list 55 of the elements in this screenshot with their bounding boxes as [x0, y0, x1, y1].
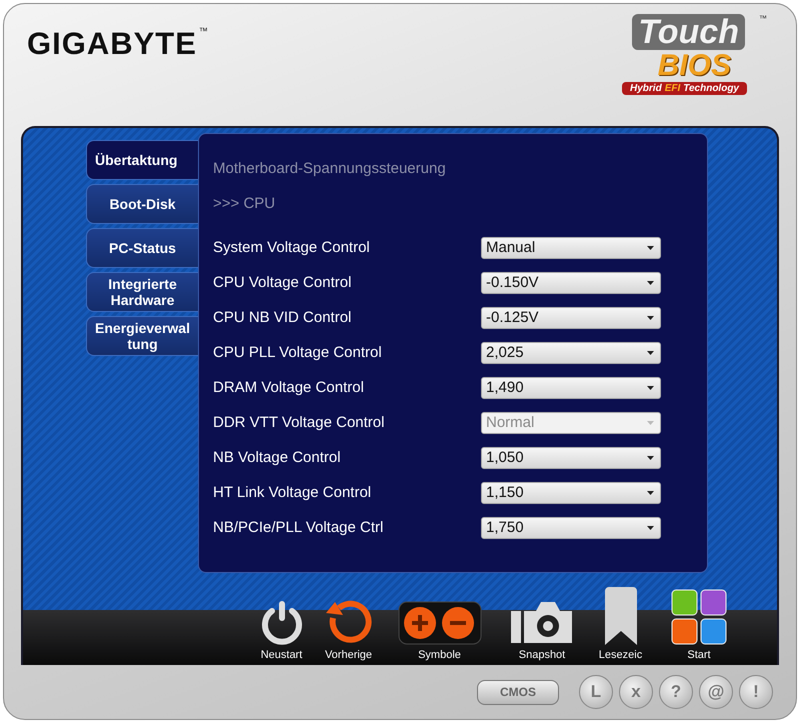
circular-arrow-icon [324, 599, 372, 645]
round-button[interactable]: ! [739, 675, 773, 709]
side-tab[interactable]: Übertaktung [86, 140, 198, 180]
brand-logo: GIGABYTE [27, 26, 197, 62]
caret-icon [647, 246, 654, 250]
caret-icon [647, 456, 654, 460]
plus-minus-icon [398, 601, 482, 645]
caret-icon [647, 386, 654, 390]
setting-label: CPU NB VID Control [213, 309, 352, 326]
trademark: ™ [759, 14, 767, 23]
caret-icon [647, 280, 654, 284]
setting-label: CPU PLL Voltage Control [213, 344, 383, 361]
caret-icon [647, 490, 654, 494]
colored-tiles-icon [671, 589, 727, 645]
dock-button[interactable]: Start [654, 589, 744, 661]
caret-icon [647, 420, 654, 424]
dropdown[interactable]: 1,050 [481, 446, 661, 468]
side-tab[interactable]: PC-Status [86, 228, 198, 268]
dock-button[interactable]: Symbole [382, 601, 497, 661]
setting-label: NB/PCIe/PLL Voltage Ctrl [213, 519, 384, 536]
dropdown[interactable]: 1,490 [481, 376, 661, 398]
dropdown[interactable]: 2,025 [481, 342, 661, 364]
dropdown[interactable]: 1,150 [481, 482, 661, 504]
dropdown[interactable]: -0.150V [481, 272, 661, 294]
caret-icon [647, 316, 654, 320]
side-tab[interactable]: Energieverwal tung [86, 316, 198, 356]
caret-icon [647, 350, 654, 354]
badge-subtitle: BIOS [658, 50, 731, 82]
panel-subtitle: >>> CPU [213, 195, 276, 214]
camera-icon [510, 599, 574, 645]
cmos-button[interactable]: CMOS [477, 680, 559, 704]
setting-label: NB Voltage Control [213, 449, 342, 466]
power-icon [260, 599, 304, 645]
setting-label: DDR VTT Voltage Control [213, 414, 386, 431]
side-tab[interactable]: Boot-Disk [86, 184, 198, 224]
tagline-word: Technology [683, 83, 739, 94]
dock-button[interactable]: Lesezeic [587, 587, 654, 661]
tagline-word: Hybrid [630, 83, 662, 94]
dock-button[interactable]: Neustart [248, 599, 315, 661]
dock-button[interactable]: Vorherige [315, 599, 382, 661]
dropdown[interactable]: -0.125V [481, 306, 661, 328]
setting-label: System Voltage Control [213, 239, 371, 256]
tagline-word: EFI [664, 83, 680, 94]
badge-title: Touch [632, 14, 745, 50]
trademark: ™ [198, 26, 208, 36]
panel-title: Motherboard-Spannungssteuerung [213, 160, 447, 179]
setting-label: DRAM Voltage Control [213, 379, 365, 396]
side-tab[interactable]: Integrierte Hardware [86, 272, 198, 312]
dock-button[interactable]: Snapshot [497, 599, 587, 661]
dropdown[interactable]: 1,750 [481, 516, 661, 538]
setting-label: CPU Voltage Control [213, 274, 352, 291]
setting-label: HT Link Voltage Control [213, 484, 372, 501]
dropdown[interactable]: Manual [481, 236, 661, 258]
bookmark-icon [602, 587, 638, 645]
caret-icon [647, 526, 654, 530]
